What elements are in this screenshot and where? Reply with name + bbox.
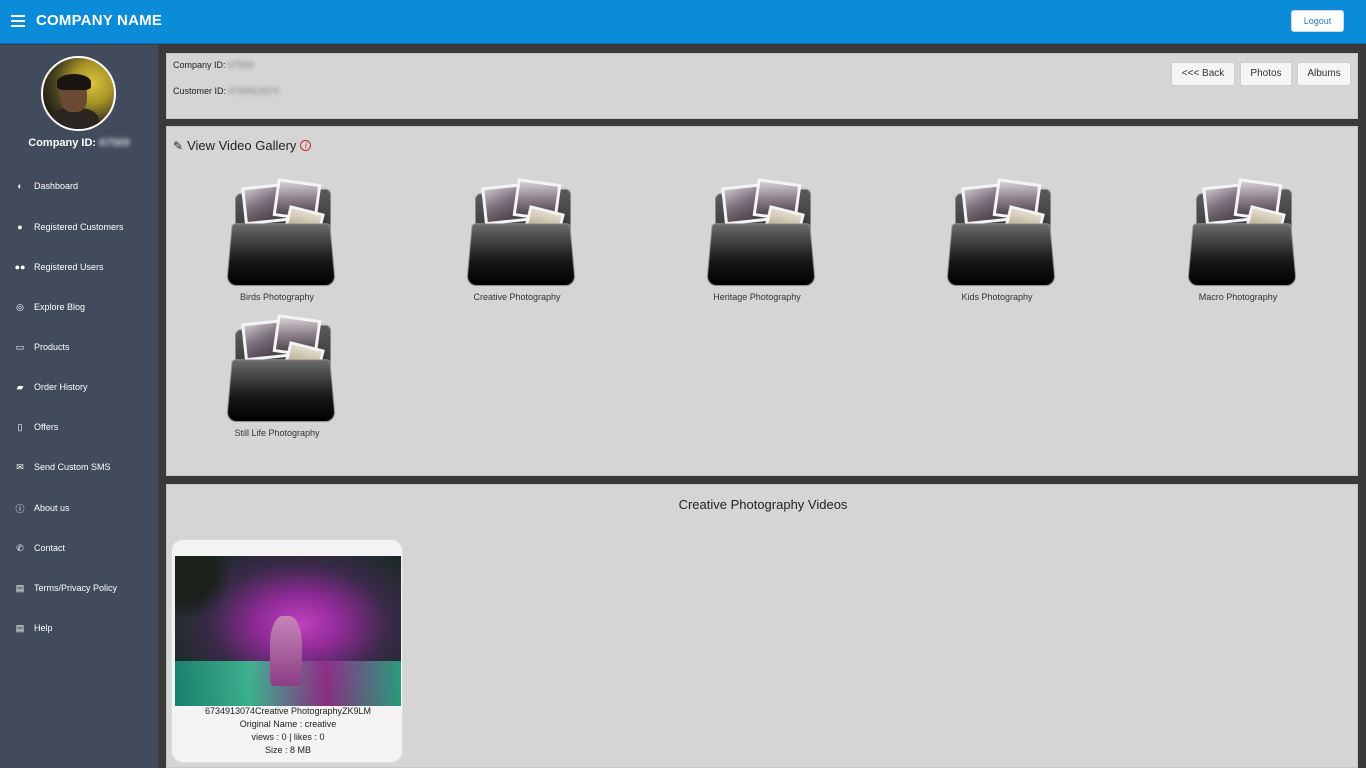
customer-id-line: Customer ID: 6734913074 — [173, 86, 279, 96]
folder-icon — [1188, 181, 1298, 291]
original-name-label: Original Name : — [240, 719, 303, 729]
gallery-title: ✎ View Video Gallery i — [173, 138, 311, 153]
video-original-name: Original Name : creative — [172, 719, 404, 729]
hamburger-menu-icon[interactable] — [11, 15, 25, 27]
book-icon: ▰ — [14, 382, 26, 392]
top-bar: COMPANY NAME Logout — [0, 0, 1366, 44]
size-value: 8 MB — [290, 745, 311, 755]
views-label: views : — [252, 732, 280, 742]
album-label: Still Life Photography — [207, 428, 347, 438]
logout-button[interactable]: Logout — [1291, 10, 1344, 32]
sidebar-item-registered-customers[interactable]: ● Registered Customers — [0, 214, 158, 240]
company-id-value: 67569 — [228, 60, 253, 70]
video-card[interactable]: 6734913074Creative PhotographyZK9LM Orig… — [171, 539, 403, 763]
sidebar-item-label: Order History — [34, 382, 88, 392]
folder-icon — [707, 181, 817, 291]
photos-button[interactable]: Photos — [1240, 62, 1292, 86]
sidebar-item-terms-privacy[interactable]: ▤ Terms/Privacy Policy — [0, 575, 158, 601]
video-file-name: 6734913074Creative PhotographyZK9LM — [172, 706, 404, 716]
company-id-label: Company ID: — [173, 60, 226, 70]
sidebar-item-label: Contact — [34, 543, 65, 553]
info-panel: Company ID: 67569 Customer ID: 673491307… — [166, 53, 1358, 119]
sidebar-item-products[interactable]: ▭ Products — [0, 334, 158, 360]
album-kids-photography[interactable]: Kids Photography — [927, 181, 1067, 321]
document-icon: ▤ — [14, 583, 26, 593]
album-creative-photography[interactable]: Creative Photography — [447, 181, 587, 321]
sidebar-item-send-custom-sms[interactable]: ✉ Send Custom SMS — [0, 454, 158, 480]
sidebar-item-help[interactable]: ▤ Help — [0, 615, 158, 641]
sidebar-item-label: Dashboard — [34, 181, 78, 191]
album-label: Macro Photography — [1168, 292, 1308, 302]
album-still-life-photography[interactable]: Still Life Photography — [207, 317, 347, 457]
folder-icon — [947, 181, 1057, 291]
video-size: Size : 8 MB — [172, 745, 404, 755]
video-stats: views : 0 | likes : 0 — [172, 732, 404, 742]
sidebar-item-explore-blog[interactable]: ◎ Explore Blog — [0, 294, 158, 320]
folder-icon — [227, 181, 337, 291]
sidebar-company-id: Company ID: 67569 — [0, 137, 158, 149]
users-icon: ●● — [14, 262, 26, 272]
customer-id-value: 6734913074 — [229, 86, 279, 96]
gallery-title-text: View Video Gallery — [187, 138, 296, 153]
dashboard-icon: ◐ — [14, 181, 26, 191]
user-icon: ● — [14, 222, 26, 232]
views-value: 0 — [282, 732, 287, 742]
sidebar-item-offers[interactable]: ▯ Offers — [0, 414, 158, 440]
size-label: Size : — [265, 745, 288, 755]
sidebar-item-label: Products — [34, 342, 70, 352]
help-document-icon: ▤ — [14, 623, 26, 633]
company-id-line: Company ID: 67569 — [173, 60, 253, 70]
tag-icon: ▭ — [14, 342, 26, 352]
sidebar-company-id-value: 67569 — [99, 137, 130, 149]
sidebar-item-label: Registered Users — [34, 262, 104, 272]
sidebar-item-registered-users[interactable]: ●● Registered Users — [0, 254, 158, 280]
sidebar-item-label: About us — [34, 503, 70, 513]
sidebar-item-about-us[interactable]: ⓘ About us — [0, 495, 158, 521]
album-label: Creative Photography — [447, 292, 587, 302]
info-icon: ⓘ — [14, 503, 26, 513]
videos-title: Creative Photography Videos — [167, 497, 1359, 512]
likes-value: 0 — [319, 732, 324, 742]
album-label: Birds Photography — [207, 292, 347, 302]
likes-label: | likes : — [289, 732, 317, 742]
sidebar-company-id-label: Company ID: — [28, 137, 96, 149]
phone-icon: ✆ — [14, 543, 26, 553]
sidebar-item-label: Offers — [34, 422, 58, 432]
sidebar-item-label: Send Custom SMS — [34, 462, 111, 472]
sidebar: Company ID: 67569 ◐ Dashboard ● Registered… — [0, 45, 158, 768]
original-name-value: creative — [305, 719, 337, 729]
folder-icon — [227, 317, 337, 427]
sidebar-item-order-history[interactable]: ▰ Order History — [0, 374, 158, 400]
album-birds-photography[interactable]: Birds Photography — [207, 181, 347, 321]
back-button[interactable]: <<< Back — [1171, 62, 1235, 86]
video-gallery-panel: ✎ View Video Gallery i Birds Photography… — [166, 126, 1358, 476]
video-thumbnail[interactable] — [175, 556, 401, 706]
albums-button[interactable]: Albums — [1297, 62, 1351, 86]
album-label: Heritage Photography — [687, 292, 827, 302]
sidebar-item-label: Explore Blog — [34, 302, 85, 312]
album-heritage-photography[interactable]: Heritage Photography — [687, 181, 827, 321]
mobile-icon: ▯ — [14, 422, 26, 432]
info-icon[interactable]: i — [300, 140, 311, 151]
sidebar-item-dashboard[interactable]: ◐ Dashboard — [0, 173, 158, 199]
avatar — [41, 56, 116, 131]
videos-panel: Creative Photography Videos 6734913074Cr… — [166, 484, 1358, 768]
edit-icon: ✎ — [173, 139, 183, 153]
sidebar-item-contact[interactable]: ✆ Contact — [0, 535, 158, 561]
album-macro-photography[interactable]: Macro Photography — [1168, 181, 1308, 321]
sidebar-item-label: Help — [34, 623, 53, 633]
envelope-icon: ✉ — [14, 462, 26, 472]
brand-name: COMPANY NAME — [36, 12, 162, 29]
compass-icon: ◎ — [14, 302, 26, 312]
album-label: Kids Photography — [927, 292, 1067, 302]
customer-id-label: Customer ID: — [173, 86, 226, 96]
sidebar-item-label: Terms/Privacy Policy — [34, 583, 117, 593]
sidebar-item-label: Registered Customers — [34, 222, 124, 232]
folder-icon — [467, 181, 577, 291]
